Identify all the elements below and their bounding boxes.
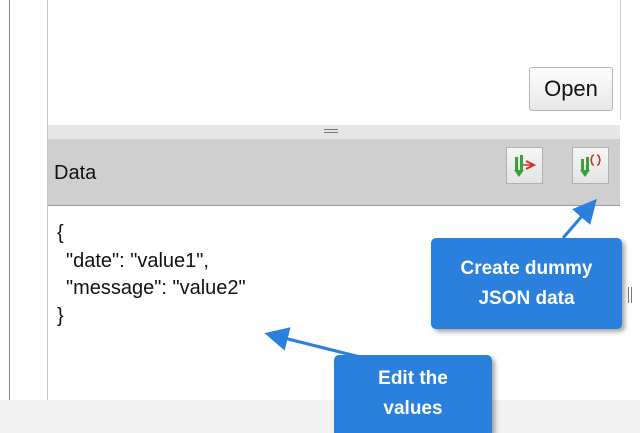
callout-line: Edit the — [378, 368, 448, 389]
create-json-callout: Create dummy JSON data — [431, 238, 622, 329]
callout-line: Create dummy — [460, 257, 593, 279]
arrow-to-json-button — [561, 198, 597, 239]
callout-line: values — [383, 398, 443, 419]
arrow-to-values — [264, 327, 361, 359]
edit-values-callout: Edit the values — [334, 355, 492, 433]
annotation-arrows — [264, 198, 597, 359]
callout-line: JSON data — [478, 287, 575, 309]
